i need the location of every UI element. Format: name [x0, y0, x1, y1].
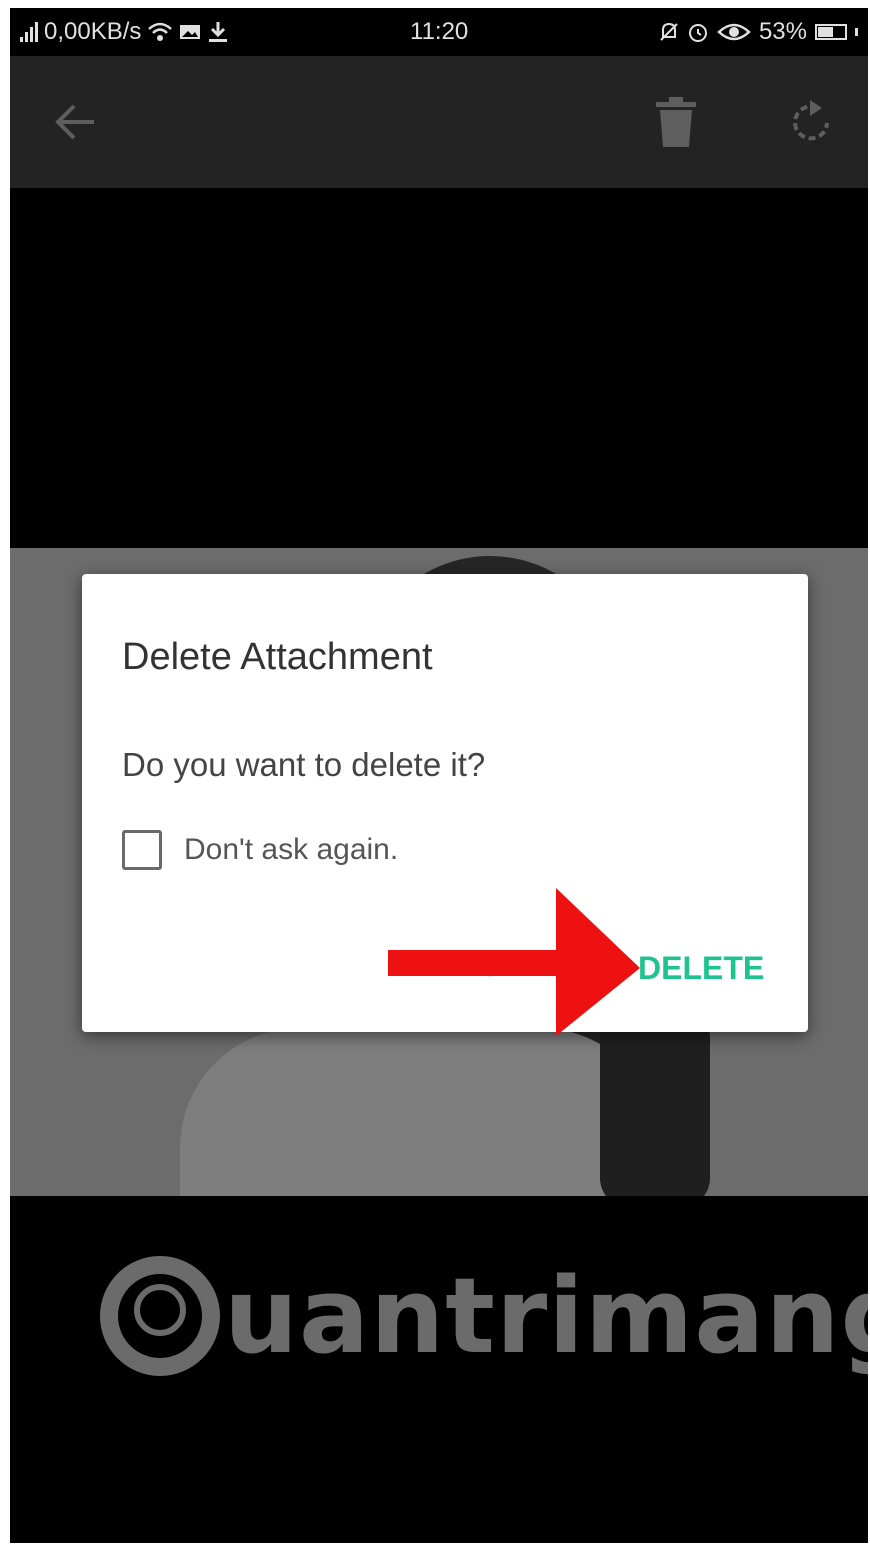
status-left: 0,00KB/s — [20, 18, 229, 46]
silent-bell-icon — [660, 22, 678, 41]
trash-icon[interactable] — [655, 96, 697, 148]
clock: 11:20 — [410, 18, 469, 45]
delete-button[interactable]: DELETE — [638, 950, 764, 987]
watermark-logo: uantrimang — [100, 1256, 868, 1406]
download-icon — [209, 22, 228, 42]
lightbulb-icon — [134, 1284, 186, 1336]
watermark-text: uantrimang — [224, 1255, 868, 1377]
wifi-icon — [148, 22, 173, 41]
battery-tip — [855, 28, 858, 36]
signal-icon — [20, 22, 38, 42]
dialog-message: Do you want to delete it? — [122, 746, 486, 783]
photo-hair-strand — [600, 1008, 710, 1196]
red-arrow-annotation — [388, 888, 640, 1036]
dont-ask-again-label[interactable]: Don't ask again. — [184, 833, 398, 867]
back-arrow-icon[interactable] — [54, 102, 98, 142]
dont-ask-again-row[interactable]: Don't ask again. — [122, 830, 398, 870]
alarm-icon — [688, 24, 707, 42]
eye-icon — [717, 23, 751, 41]
battery-icon — [815, 24, 847, 40]
dont-ask-again-checkbox[interactable] — [122, 830, 162, 870]
toolbar — [10, 56, 868, 188]
rotate-icon[interactable] — [788, 98, 834, 146]
network-speed: 0,00KB/s — [44, 18, 142, 45]
photo-shirt-shape — [180, 1028, 660, 1196]
phone-screen: 0,00KB/s 11:20 53% uantrimang Delete Att… — [10, 8, 868, 1543]
dialog-title: Delete Attachment — [122, 636, 433, 678]
image-notification-icon — [180, 25, 201, 39]
status-bar: 0,00KB/s 11:20 53% — [10, 8, 868, 56]
battery-percent: 53% — [758, 18, 807, 45]
status-right: 53% — [659, 18, 858, 46]
